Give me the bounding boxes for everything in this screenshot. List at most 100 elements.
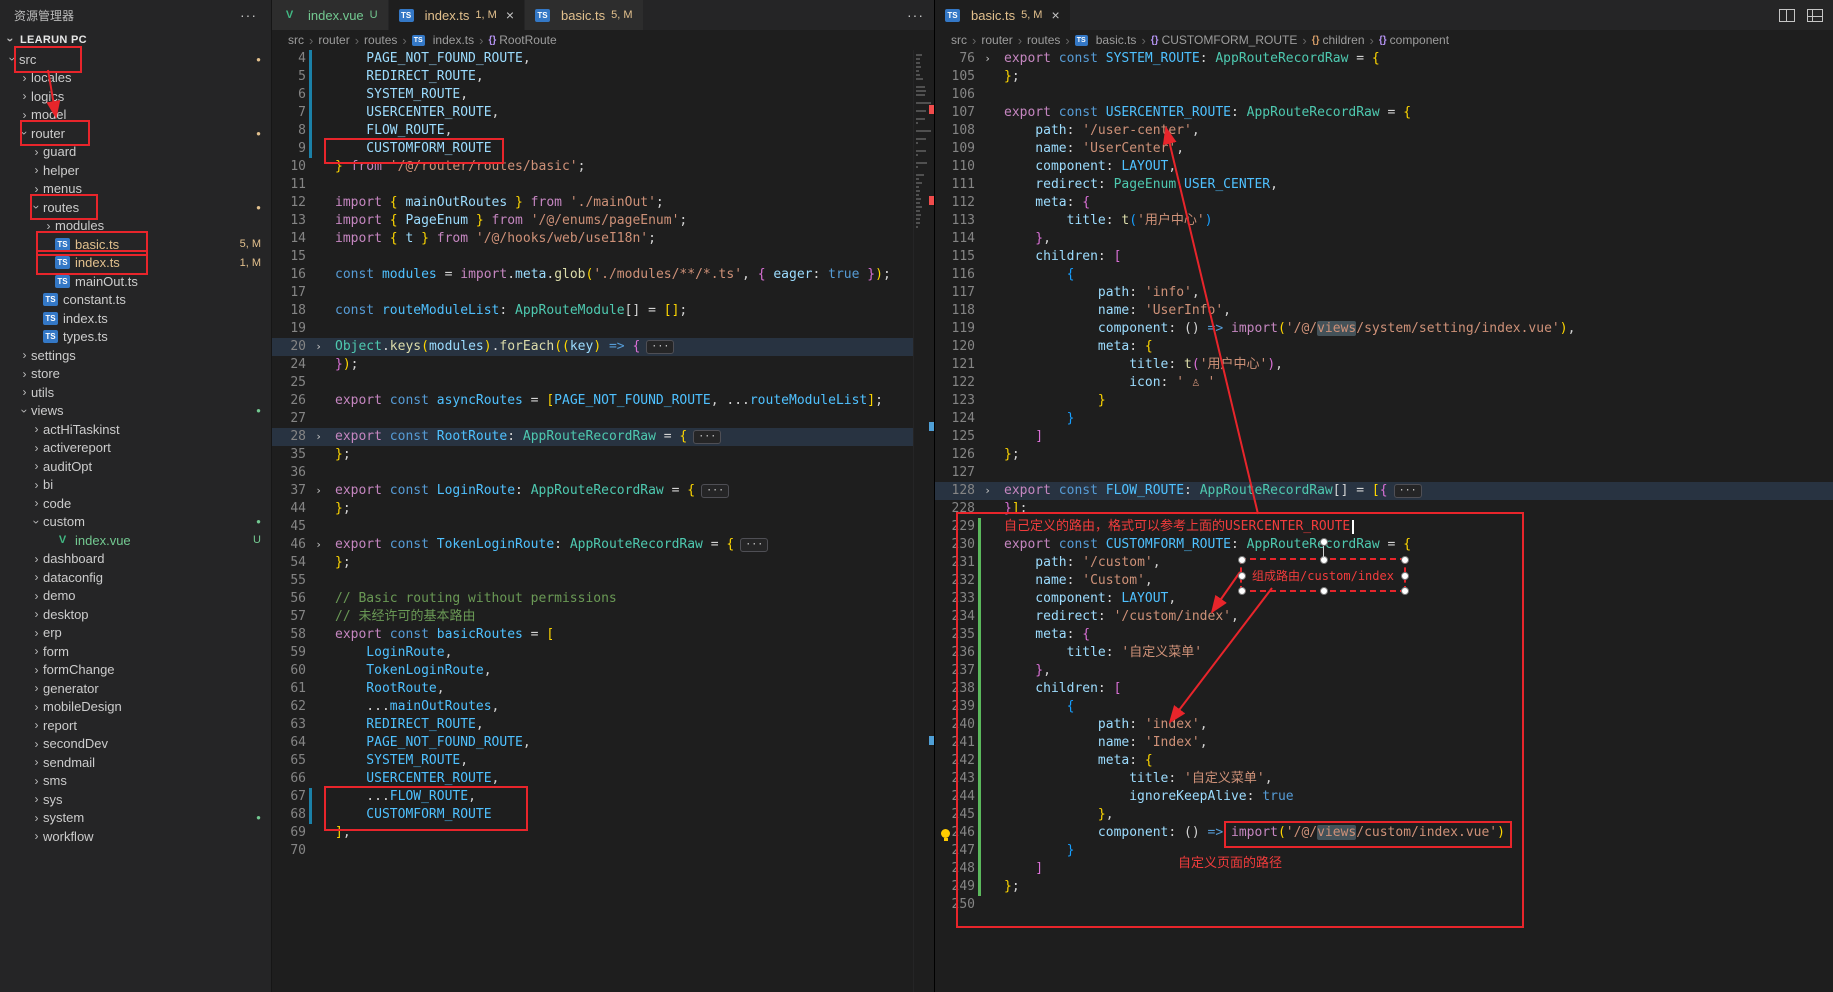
line-number[interactable]: 44 (272, 500, 306, 518)
folded-code-icon[interactable]: ··· (1394, 484, 1422, 498)
line-number[interactable]: 108 (935, 122, 975, 140)
tab-index.ts[interactable]: TSindex.ts1, M× (389, 0, 525, 30)
line-number[interactable]: 10 (272, 158, 306, 176)
line-number[interactable]: 235 (935, 626, 975, 644)
folded-code-icon[interactable]: ··· (646, 340, 674, 354)
line-number[interactable]: 45 (272, 518, 306, 536)
tree-item-code[interactable]: ›code (0, 494, 271, 513)
line-number[interactable]: 107 (935, 104, 975, 122)
folded-code-icon[interactable]: ··· (740, 538, 768, 552)
line-number[interactable]: 69 (272, 824, 306, 842)
line-number[interactable]: 35 (272, 446, 306, 464)
tree-item-basic.ts[interactable]: TSbasic.ts5, M (0, 235, 271, 254)
tree-item-modules[interactable]: ›modules (0, 217, 271, 236)
line-number[interactable]: 65 (272, 752, 306, 770)
line-number[interactable]: 26 (272, 392, 306, 410)
line-number[interactable]: 124 (935, 410, 975, 428)
line-number[interactable]: 233 (935, 590, 975, 608)
line-number[interactable]: 12 (272, 194, 306, 212)
tree-item-custom[interactable]: ›custom● (0, 513, 271, 532)
line-number[interactable]: 127 (935, 464, 975, 482)
line-number[interactable]: 17 (272, 284, 306, 302)
tree-item-workflow[interactable]: ›workflow (0, 827, 271, 846)
fold-chevron-icon[interactable]: › (312, 482, 325, 500)
tree-item-formChange[interactable]: ›formChange (0, 661, 271, 680)
line-number[interactable]: 9 (272, 140, 306, 158)
breadcrumb-item-router[interactable]: router (318, 33, 349, 47)
breadcrumb-item-RootRoute[interactable]: {}RootRoute (488, 33, 556, 47)
line-number[interactable]: 128 (935, 482, 975, 500)
line-number[interactable]: 237 (935, 662, 975, 680)
tree-item-bi[interactable]: ›bi (0, 476, 271, 495)
line-number[interactable]: 106 (935, 86, 975, 104)
line-number[interactable]: 232 (935, 572, 975, 590)
line-number[interactable]: 250 (935, 896, 975, 914)
line-number[interactable]: 238 (935, 680, 975, 698)
line-number[interactable]: 117 (935, 284, 975, 302)
line-number[interactable]: 67 (272, 788, 306, 806)
line-number[interactable]: 234 (935, 608, 975, 626)
line-number[interactable]: 118 (935, 302, 975, 320)
line-number[interactable]: 36 (272, 464, 306, 482)
folded-code-icon[interactable]: ··· (701, 484, 729, 498)
line-number[interactable]: 57 (272, 608, 306, 626)
line-number[interactable]: 110 (935, 158, 975, 176)
tree-item-model[interactable]: ›model (0, 106, 271, 125)
line-number[interactable]: 249 (935, 878, 975, 896)
line-number[interactable]: 7 (272, 104, 306, 122)
tab-basic.ts[interactable]: TSbasic.ts5, M (525, 0, 643, 30)
line-number[interactable]: 248 (935, 860, 975, 878)
tree-item-store[interactable]: ›store (0, 365, 271, 384)
fold-chevron-icon[interactable]: › (312, 428, 325, 446)
line-number[interactable]: 115 (935, 248, 975, 266)
line-number[interactable]: 15 (272, 248, 306, 266)
tree-item-logics[interactable]: ›logics (0, 87, 271, 106)
line-number[interactable]: 58 (272, 626, 306, 644)
line-number[interactable]: 68 (272, 806, 306, 824)
line-number[interactable]: 70 (272, 842, 306, 860)
lightbulb-icon[interactable] (941, 829, 950, 838)
line-number[interactable]: 231 (935, 554, 975, 572)
tab-index.vue[interactable]: Vindex.vueU (272, 0, 389, 30)
tree-item-sendmail[interactable]: ›sendmail (0, 753, 271, 772)
line-number[interactable]: 241 (935, 734, 975, 752)
tree-item-system[interactable]: ›system● (0, 809, 271, 828)
line-number[interactable]: 243 (935, 770, 975, 788)
line-number[interactable]: 60 (272, 662, 306, 680)
workspace-section[interactable]: › LEARUN PC (0, 30, 271, 50)
close-icon[interactable]: × (1051, 8, 1059, 22)
tree-item-erp[interactable]: ›erp (0, 624, 271, 643)
tree-item-index.ts[interactable]: TSindex.ts (0, 309, 271, 328)
line-number[interactable]: 59 (272, 644, 306, 662)
breadcrumb-item-src[interactable]: src (288, 33, 304, 47)
line-number[interactable]: 240 (935, 716, 975, 734)
tree-item-dashboard[interactable]: ›dashboard (0, 550, 271, 569)
minimap[interactable] (913, 50, 934, 992)
line-number[interactable]: 245 (935, 806, 975, 824)
line-number[interactable]: 113 (935, 212, 975, 230)
explorer-more-icon[interactable]: ··· (240, 7, 257, 23)
line-number[interactable]: 25 (272, 374, 306, 392)
line-number[interactable]: 228 (935, 500, 975, 518)
tree-item-guard[interactable]: ›guard (0, 143, 271, 162)
tree-item-helper[interactable]: ›helper (0, 161, 271, 180)
tree-item-types.ts[interactable]: TStypes.ts (0, 328, 271, 347)
tree-item-report[interactable]: ›report (0, 716, 271, 735)
line-number[interactable]: 19 (272, 320, 306, 338)
line-number[interactable]: 122 (935, 374, 975, 392)
breadcrumb-item-routes[interactable]: routes (1027, 33, 1060, 47)
line-number[interactable]: 55 (272, 572, 306, 590)
line-number[interactable]: 76 (935, 50, 975, 68)
folded-code-icon[interactable]: ··· (693, 430, 721, 444)
line-number[interactable]: 8 (272, 122, 306, 140)
line-number[interactable]: 62 (272, 698, 306, 716)
tree-item-auditOpt[interactable]: ›auditOpt (0, 457, 271, 476)
line-number[interactable]: 112 (935, 194, 975, 212)
split-editor-icon[interactable] (1779, 9, 1795, 22)
tab-overflow-icon[interactable]: ··· (907, 7, 924, 23)
line-number[interactable]: 126 (935, 446, 975, 464)
tree-item-menus[interactable]: ›menus (0, 180, 271, 199)
tree-item-activereport[interactable]: ›activereport (0, 439, 271, 458)
tree-item-index.vue[interactable]: Vindex.vueU (0, 531, 271, 550)
line-number[interactable]: 20 (272, 338, 306, 356)
